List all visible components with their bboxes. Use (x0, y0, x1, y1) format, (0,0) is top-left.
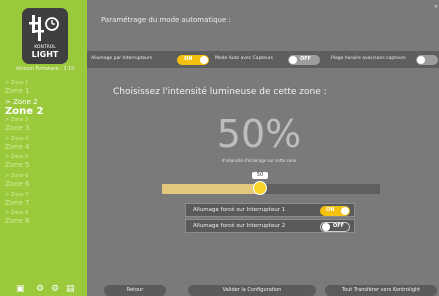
intensity-caption: d'intensité d'éclairage sur cette zone (221, 158, 297, 163)
settings-icon[interactable]: ⚙ (36, 284, 44, 294)
sidebar-item-zone-6[interactable]: > Zone 6 Zone 6 (5, 173, 85, 192)
toggle-knob (322, 223, 330, 231)
zone-label: Zone 8 (5, 217, 30, 226)
toggle-label: Plage horaire avec/sans capteurs (331, 56, 406, 61)
zone-label: Zone 5 (5, 161, 30, 170)
toggle-label: Allumage par Interrupteurs (91, 56, 153, 61)
page-title: Paramétrage du mode automatique : (101, 16, 231, 24)
toggle-state: OFF (333, 223, 345, 229)
zone-label: Zone 2 (5, 105, 44, 117)
intensity-percent: 50% (216, 112, 302, 156)
zone-label: Zone 4 (5, 142, 30, 151)
force-label: Allumage forcé sur Interrupteur 2 (193, 223, 286, 229)
sidebar-item-zone-5[interactable]: > Zone 5 Zone 5 (5, 154, 85, 173)
slider-thumb[interactable] (253, 181, 268, 195)
sidebar: KONTROL LIGHT Version Firmware : 3.10 > … (0, 0, 87, 296)
sidebar-bottom-icons: ▣ ⚙ ⚙ ▤ (0, 284, 87, 296)
sidebar-item-zone-2[interactable]: > Zone 2 Zone 2 (5, 98, 85, 118)
close-icon[interactable]: ✕ (434, 4, 438, 10)
slider-value-badge: 50 (252, 172, 269, 179)
toggle-knob (417, 56, 425, 64)
zone-label: Zone 1 (5, 87, 30, 95)
sidebar-item-zone-3[interactable]: > Zone 3 Zone 3 (5, 117, 85, 136)
mode-toggle-bar: Allumage par Interrupteurs ON Mode Auto … (87, 51, 439, 68)
toggle-pill[interactable] (416, 55, 438, 65)
zone-label: Zone 7 (5, 198, 30, 207)
intensity-title: Choisissez l'intensité lumineuse de cett… (113, 87, 327, 97)
toggle-mode-auto-capteurs[interactable]: Mode Auto avec Capteurs OFF (215, 55, 325, 65)
sidebar-item-zone-8[interactable]: > Zone 8 Zone 8 (5, 210, 85, 229)
toggle-plage-horaire[interactable]: Plage horaire avec/sans capteurs (331, 55, 439, 65)
force-label: Allumage forcé sur Interrupteur 1 (193, 207, 286, 213)
zone-list: > Zone 1 Zone 1 > Zone 2 Zone 2 > Zone 3… (5, 80, 85, 229)
toggle-state: OFF (300, 56, 312, 62)
sidebar-item-zone-1[interactable]: > Zone 1 Zone 1 (5, 80, 85, 99)
toggle-label: Mode Auto avec Capteurs (215, 56, 273, 61)
back-button[interactable]: Retour (104, 285, 166, 296)
toggle-pill[interactable]: OFF (320, 222, 350, 232)
toggle-switch-interrupteurs[interactable]: Allumage par Interrupteurs ON (91, 55, 213, 65)
transfer-button[interactable]: Tout Transférer vers Kontrolight (325, 285, 437, 296)
info-icon[interactable]: ▤ (66, 284, 75, 294)
toggle-state: ON (326, 207, 335, 213)
toggle-pill[interactable]: ON (320, 206, 350, 216)
force-switch-2[interactable]: Allumage forcé sur Interrupteur 2 OFF (185, 219, 355, 233)
force-switch-1[interactable]: Allumage forcé sur Interrupteur 1 ON (185, 203, 355, 217)
sidebar-item-zone-4[interactable]: > Zone 4 Zone 4 (5, 136, 85, 155)
firmware-version: Version Firmware : 3.10 (15, 66, 75, 72)
toggle-state: ON (184, 56, 193, 62)
brand-line2: LIGHT (31, 50, 59, 59)
validate-button[interactable]: Valider la Configuration (188, 285, 316, 296)
gear-icon[interactable]: ⚙ (51, 284, 59, 294)
intensity-slider[interactable] (162, 184, 380, 194)
kontrolight-logo: KONTROL LIGHT (22, 8, 68, 64)
zone-label: Zone 6 (5, 179, 30, 188)
slider-fill (162, 184, 261, 194)
toggle-pill[interactable]: ON (177, 55, 209, 65)
zone-label: Zone 3 (5, 124, 30, 133)
wifi-icon[interactable]: ▣ (16, 284, 25, 294)
toggle-knob (200, 56, 208, 64)
toggle-pill[interactable]: OFF (288, 55, 320, 65)
sidebar-item-zone-7[interactable]: > Zone 7 Zone 7 (5, 192, 85, 211)
toggle-knob (341, 207, 349, 215)
toggle-knob (289, 56, 297, 64)
